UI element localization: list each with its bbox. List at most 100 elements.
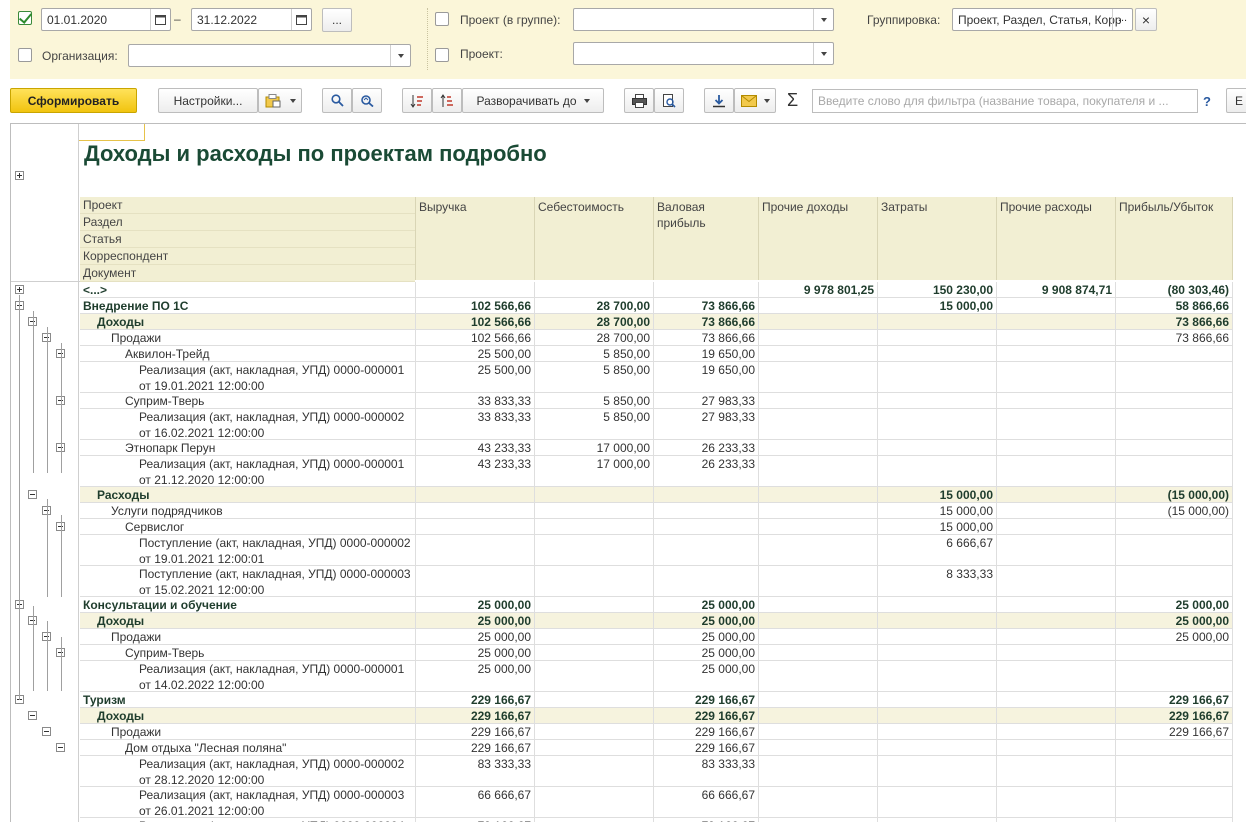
calendar-icon[interactable]: [150, 9, 170, 30]
row-project[interactable]: Внедрение ПО 1С 102 566,66 28 700,00 73 866…: [80, 298, 1233, 314]
row-label: Этнопарк Перун: [80, 440, 416, 455]
expand-toggle[interactable]: [15, 285, 24, 294]
value-cell: [878, 409, 997, 439]
more-button[interactable]: Е: [1226, 88, 1246, 113]
send-email-button[interactable]: [734, 88, 776, 113]
value-cell: [759, 440, 878, 455]
calendar-icon[interactable]: [291, 9, 311, 30]
help-icon[interactable]: ?: [1203, 94, 1211, 109]
settings-button[interactable]: Настройки...: [158, 88, 258, 113]
collapse-toggle[interactable]: [42, 727, 51, 736]
row-article[interactable]: Продажи 229 166,67 229 166,67 229 166,67: [80, 724, 1233, 740]
value-cell: 150 230,00: [878, 282, 997, 297]
row-section[interactable]: Доходы 102 566,66 28 700,00 73 866,66 73 866…: [80, 314, 1233, 330]
row-document[interactable]: Реализация (акт, накладная, УПД) 0000-00…: [80, 787, 1233, 818]
value-cell: [416, 487, 535, 502]
row-document[interactable]: Реализация (акт, накладная, УПД) 0000-00…: [80, 362, 1233, 393]
row-section[interactable]: Доходы 25 000,00 25 000,00 25 000,00: [80, 613, 1233, 629]
row-project[interactable]: Туризм 229 166,67 229 166,67 229 166,67: [80, 692, 1233, 708]
value-cell: [1116, 440, 1233, 455]
collapse-toggle[interactable]: [28, 711, 37, 720]
value-cell: [535, 708, 654, 723]
expand-header-toggle[interactable]: [15, 171, 24, 180]
value-cell: [878, 645, 997, 660]
organization-checkbox[interactable]: [18, 48, 32, 62]
row-document[interactable]: Реализация (акт, накладная, УПД) 0000-00…: [80, 818, 1233, 822]
organization-select[interactable]: [128, 44, 411, 67]
row-article[interactable]: Продажи 25 000,00 25 000,00 25 000,00: [80, 629, 1233, 645]
value-cell: [759, 787, 878, 817]
date-from-field[interactable]: 01.01.2020: [41, 8, 171, 31]
report-header: Проект Раздел Статья Корреспондент Докум…: [80, 197, 1233, 282]
project-group-checkbox[interactable]: [435, 12, 449, 26]
print-preview-button[interactable]: [654, 88, 684, 113]
clear-grouping-button[interactable]: ×: [1135, 8, 1157, 31]
sort-ascending-button[interactable]: [402, 88, 432, 113]
row-document[interactable]: Реализация (акт, накладная, УПД) 0000-00…: [80, 756, 1233, 787]
grouping-field[interactable]: Проект, Раздел, Статья, Корр ...: [952, 8, 1133, 31]
value-cell: [416, 503, 535, 518]
value-cell: 15 000,00: [878, 503, 997, 518]
row-document[interactable]: Поступление (акт, накладная, УПД) 0000-0…: [80, 566, 1233, 597]
row-document[interactable]: Реализация (акт, накладная, УПД) 0000-00…: [80, 456, 1233, 487]
search-next-button[interactable]: [352, 88, 382, 113]
print-button[interactable]: [624, 88, 654, 113]
value-cell: [878, 661, 997, 691]
row-section[interactable]: Расходы 15 000,00 (15 000,00): [80, 487, 1233, 503]
date-to-field[interactable]: 31.12.2022: [191, 8, 312, 31]
row-document[interactable]: Реализация (акт, накладная, УПД) 0000-00…: [80, 409, 1233, 440]
row-label: Дом отдыха "Лесная поляна": [80, 740, 416, 755]
value-cell: [997, 613, 1116, 628]
row-article[interactable]: Услуги подрядчиков 15 000,00 (15 000,00): [80, 503, 1233, 519]
chevron-down-icon[interactable]: [390, 45, 410, 66]
search-button[interactable]: [322, 88, 352, 113]
project-select[interactable]: [573, 42, 834, 65]
project-checkbox[interactable]: [435, 48, 449, 62]
row-article[interactable]: Продажи 102 566,66 28 700,00 73 866,66 73 86…: [80, 330, 1233, 346]
variant-menu-button[interactable]: [258, 88, 302, 113]
value-cell: 79 166,67: [654, 818, 759, 822]
row-correspondent[interactable]: Сервислог 15 000,00: [80, 519, 1233, 535]
value-cell: [878, 613, 997, 628]
row-project[interactable]: <...> 9 978 801,25 150 230,00 9 908 874,71(…: [80, 282, 1233, 298]
value-cell: 19 650,00: [654, 346, 759, 361]
filter-input[interactable]: Введите слово для фильтра (название това…: [812, 89, 1198, 113]
value-cell: [759, 535, 878, 565]
save-button[interactable]: [704, 88, 734, 113]
value-cell: 25 000,00: [654, 661, 759, 691]
row-correspondent[interactable]: Дом отдыха "Лесная поляна" 229 166,67 229 …: [80, 740, 1233, 756]
row-document[interactable]: Реализация (акт, накладная, УПД) 0000-00…: [80, 661, 1233, 692]
value-cell: [1116, 519, 1233, 534]
generate-button[interactable]: Сформировать: [10, 88, 137, 113]
row-correspondent[interactable]: Этнопарк Перун 43 233,33 17 000,00 26 233,3…: [80, 440, 1233, 456]
value-cell: [997, 692, 1116, 707]
value-cell: [535, 724, 654, 739]
value-cell: [535, 787, 654, 817]
value-cell: 73 866,66: [1116, 314, 1233, 329]
period-choose-button[interactable]: ...: [322, 8, 352, 32]
sum-icon[interactable]: Σ: [787, 90, 798, 111]
row-section[interactable]: Доходы 229 166,67 229 166,67 229 166,67: [80, 708, 1233, 724]
row-correspondent[interactable]: Суприм-Тверь 25 000,00 25 000,00: [80, 645, 1233, 661]
collapse-toggle[interactable]: [56, 743, 65, 752]
project-group-select[interactable]: [573, 8, 834, 31]
value-cell: [654, 566, 759, 596]
expand-to-label: Разворачивать до: [476, 93, 577, 108]
collapse-toggle[interactable]: [28, 490, 37, 499]
row-label: Реализация (акт, накладная, УПД) 0000-00…: [80, 409, 416, 439]
value-cell: [1116, 566, 1233, 596]
chevron-down-icon[interactable]: [813, 9, 833, 30]
period-checkbox[interactable]: [18, 11, 32, 25]
row-project[interactable]: Консультации и обучение 25 000,00 25 000,0…: [80, 597, 1233, 613]
chevron-down-icon[interactable]: [813, 43, 833, 64]
expand-to-button[interactable]: Разворачивать до: [462, 88, 604, 113]
row-correspondent[interactable]: Аквилон-Трейд 25 500,00 5 850,00 19 650,00: [80, 346, 1233, 362]
grouping-choose-button[interactable]: ...: [1112, 9, 1132, 30]
printer-icon: [631, 93, 647, 108]
row-document[interactable]: Поступление (акт, накладная, УПД) 0000-0…: [80, 535, 1233, 566]
value-cell: [997, 566, 1116, 596]
value-cell: 26 233,33: [654, 440, 759, 455]
sort-descending-button[interactable]: [432, 88, 462, 113]
row-correspondent[interactable]: Суприм-Тверь 33 833,33 5 850,00 27 983,33: [80, 393, 1233, 409]
grouping-value: Проект, Раздел, Статья, Корр: [958, 13, 1122, 27]
